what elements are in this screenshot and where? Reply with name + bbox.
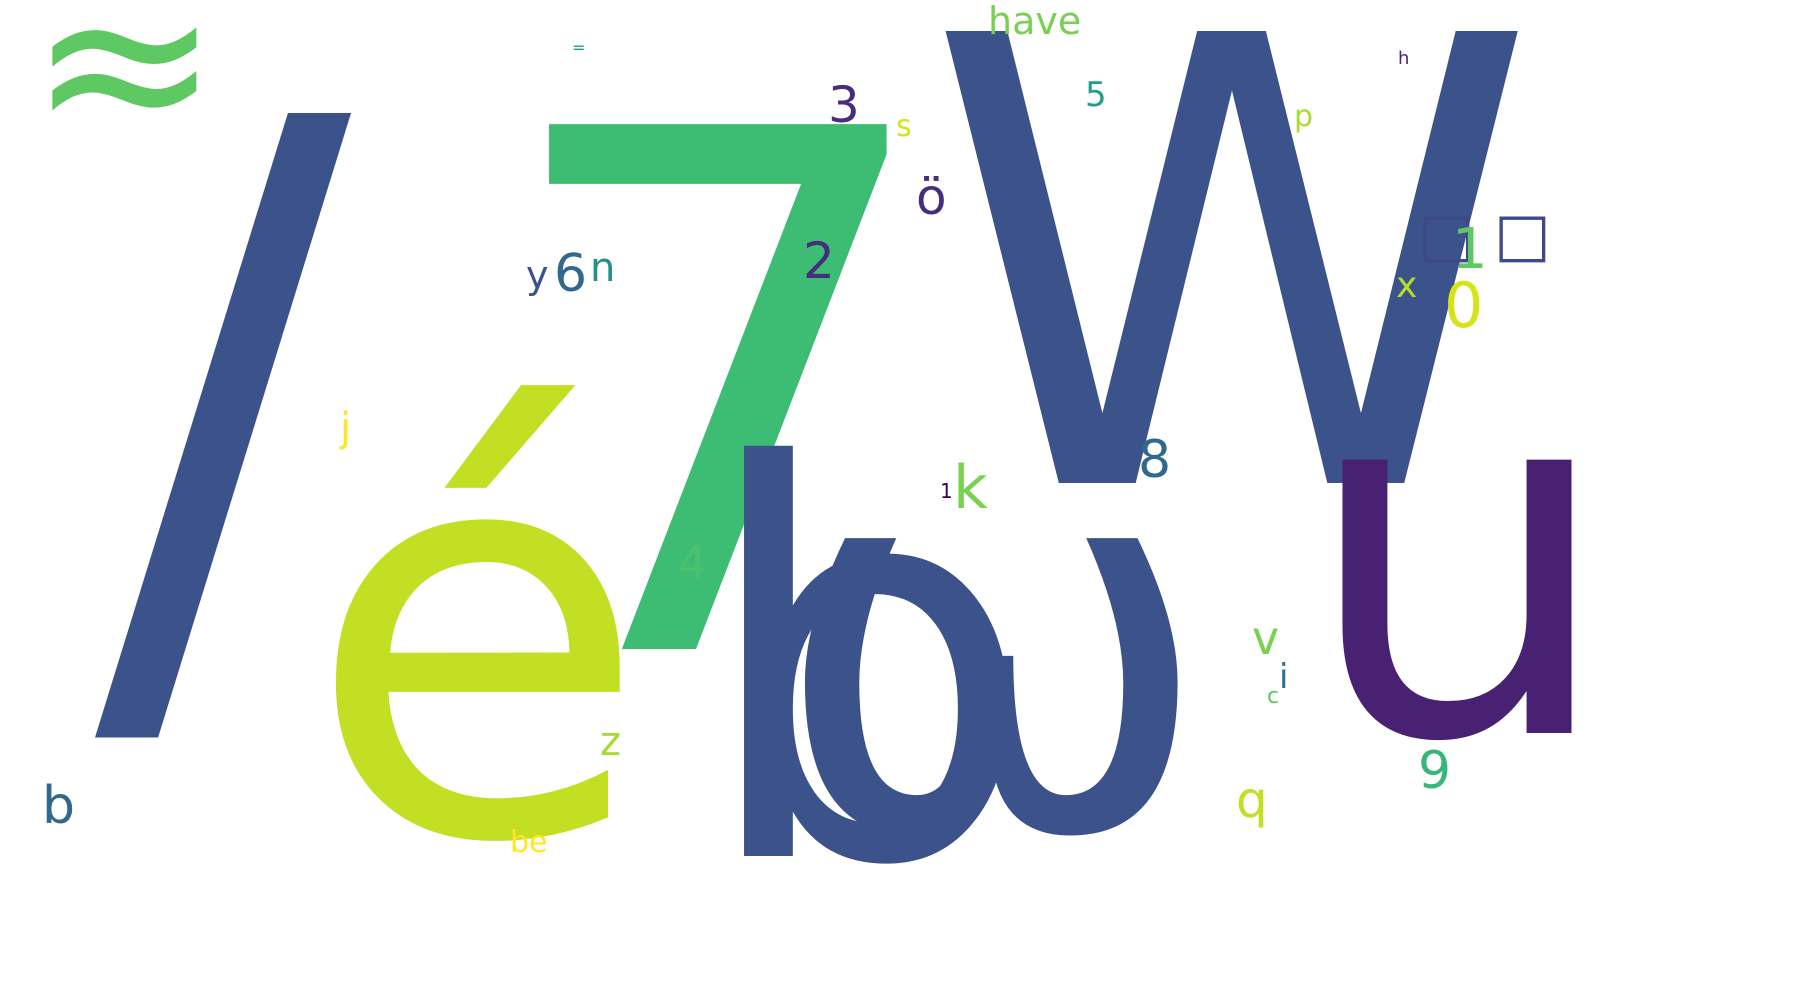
word-q: q [1236,771,1268,829]
word-j: j [340,405,352,451]
word-approx: ≈ [28,0,221,196]
word-p: p [1294,99,1314,134]
word-i: i [1279,657,1289,697]
word-h: h [1398,48,1410,69]
word-one-small: 1 [940,479,953,503]
word-cloud-canvas: { "words": { "slash": { "text": "/", "co… [0,0,1800,1000]
word-s: s [896,109,912,144]
word-x: x [1396,265,1418,306]
word-o-umlaut: ö [916,168,947,226]
word-k: k [953,453,988,523]
word-five: 5 [1085,75,1107,115]
word-nine: 9 [1418,741,1452,801]
word-eight: 8 [1138,430,1172,490]
word-have: have [988,0,1082,43]
word-z: z [600,719,621,765]
word-e-acute: é [305,314,650,966]
word-y: y [526,253,549,297]
word-n: n [590,245,616,291]
word-two: 2 [803,232,835,290]
word-c: c [1267,684,1280,709]
word-b-small: b [42,776,76,836]
word-u-large: u [1300,269,1617,851]
word-four: 4 [678,536,708,590]
word-be: be [510,825,548,860]
word-v: v [1252,611,1280,665]
word-six: 6 [554,244,588,304]
word-three: 3 [828,76,860,134]
word-equals: = [572,38,586,57]
word-zero: 0 [1444,269,1484,342]
word-box-right: □ [1494,200,1551,270]
